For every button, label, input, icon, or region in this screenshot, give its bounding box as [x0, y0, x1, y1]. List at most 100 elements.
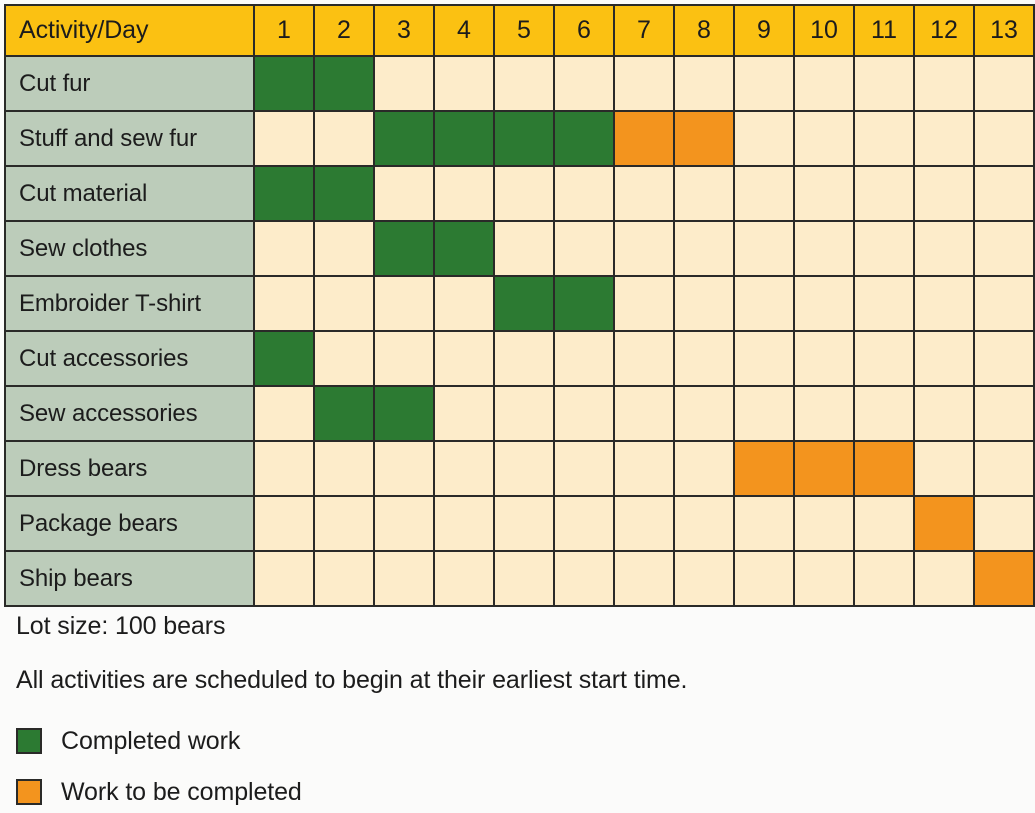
- cell-empty-day-1: [253, 550, 315, 607]
- table-row: Stuff and sew fur: [4, 110, 1035, 167]
- cell-empty-day-12: [913, 385, 975, 442]
- cell-empty-day-7: [613, 55, 675, 112]
- cell-completed-day-2: [313, 165, 375, 222]
- cell-empty-day-1: [253, 110, 315, 167]
- cell-empty-day-12: [913, 550, 975, 607]
- legend-label: Completed work: [61, 726, 241, 755]
- cell-empty-day-8: [673, 330, 735, 387]
- activity-day-header: Activity/Day: [4, 4, 255, 57]
- cell-todo-day-10: [793, 440, 855, 497]
- cell-empty-day-12: [913, 440, 975, 497]
- cell-empty-day-11: [853, 330, 915, 387]
- cell-empty-day-13: [973, 55, 1035, 112]
- day-header-12: 12: [913, 4, 975, 57]
- cell-empty-day-4: [433, 275, 495, 332]
- cell-empty-day-8: [673, 55, 735, 112]
- cell-empty-day-5: [493, 385, 555, 442]
- cell-empty-day-6: [553, 385, 615, 442]
- cell-empty-day-8: [673, 275, 735, 332]
- cell-todo-day-7: [613, 110, 675, 167]
- cell-empty-day-13: [973, 385, 1035, 442]
- cell-empty-day-2: [313, 110, 375, 167]
- cell-empty-day-12: [913, 165, 975, 222]
- cell-empty-day-6: [553, 55, 615, 112]
- cell-empty-day-2: [313, 440, 375, 497]
- cell-empty-day-1: [253, 440, 315, 497]
- cell-empty-day-9: [733, 275, 795, 332]
- day-header-8: 8: [673, 4, 735, 57]
- cell-empty-day-4: [433, 550, 495, 607]
- cell-empty-day-5: [493, 440, 555, 497]
- cell-empty-day-6: [553, 550, 615, 607]
- activity-label: Dress bears: [4, 440, 255, 497]
- cell-empty-day-3: [373, 165, 435, 222]
- cell-empty-day-1: [253, 385, 315, 442]
- day-header-13: 13: [973, 4, 1035, 57]
- activity-label: Sew accessories: [4, 385, 255, 442]
- day-header-2: 2: [313, 4, 375, 57]
- cell-empty-day-7: [613, 385, 675, 442]
- activity-label: Stuff and sew fur: [4, 110, 255, 167]
- cell-completed-day-6: [553, 110, 615, 167]
- cell-empty-day-9: [733, 385, 795, 442]
- cell-empty-day-13: [973, 220, 1035, 277]
- activity-label: Cut accessories: [4, 330, 255, 387]
- day-header-9: 9: [733, 4, 795, 57]
- cell-completed-day-3: [373, 110, 435, 167]
- cell-empty-day-8: [673, 440, 735, 497]
- cell-empty-day-5: [493, 55, 555, 112]
- cell-completed-day-4: [433, 220, 495, 277]
- table-row: Cut fur: [4, 55, 1035, 112]
- cell-empty-day-12: [913, 220, 975, 277]
- cell-todo-day-13: [973, 550, 1035, 607]
- activity-label: Cut fur: [4, 55, 255, 112]
- cell-completed-day-1: [253, 165, 315, 222]
- cell-completed-day-2: [313, 55, 375, 112]
- cell-empty-day-7: [613, 220, 675, 277]
- day-header-5: 5: [493, 4, 555, 57]
- cell-empty-day-3: [373, 330, 435, 387]
- cell-empty-day-8: [673, 165, 735, 222]
- cell-empty-day-10: [793, 220, 855, 277]
- table-row: Package bears: [4, 495, 1035, 552]
- table-row: Embroider T-shirt: [4, 275, 1035, 332]
- cell-empty-day-5: [493, 495, 555, 552]
- cell-empty-day-7: [613, 165, 675, 222]
- cell-completed-day-1: [253, 55, 315, 112]
- cell-completed-day-5: [493, 275, 555, 332]
- day-header-1: 1: [253, 4, 315, 57]
- cell-empty-day-11: [853, 220, 915, 277]
- cell-empty-day-1: [253, 275, 315, 332]
- cell-empty-day-10: [793, 55, 855, 112]
- cell-empty-day-7: [613, 330, 675, 387]
- legend-item-done: Completed work: [16, 722, 302, 760]
- gantt-chart: Activity/Day 1 2 3 4 5 6 7 8 9 10 11 12 13 Cut fur St…: [0, 0, 1035, 813]
- cell-completed-day-3: [373, 385, 435, 442]
- cell-empty-day-6: [553, 440, 615, 497]
- cell-empty-day-13: [973, 330, 1035, 387]
- cell-empty-day-12: [913, 330, 975, 387]
- cell-completed-day-1: [253, 330, 315, 387]
- lot-size-note: Lot size: 100 bears: [16, 612, 226, 640]
- day-header-4: 4: [433, 4, 495, 57]
- cell-empty-day-9: [733, 495, 795, 552]
- cell-empty-day-7: [613, 275, 675, 332]
- cell-empty-day-10: [793, 165, 855, 222]
- cell-empty-day-10: [793, 495, 855, 552]
- cell-empty-day-11: [853, 495, 915, 552]
- cell-empty-day-5: [493, 165, 555, 222]
- cell-empty-day-10: [793, 330, 855, 387]
- cell-empty-day-12: [913, 275, 975, 332]
- cell-empty-day-4: [433, 330, 495, 387]
- cell-empty-day-2: [313, 550, 375, 607]
- cell-empty-day-9: [733, 165, 795, 222]
- cell-empty-day-13: [973, 495, 1035, 552]
- cell-empty-day-5: [493, 220, 555, 277]
- cell-empty-day-6: [553, 330, 615, 387]
- cell-empty-day-3: [373, 495, 435, 552]
- legend-swatch-todo-icon: [16, 779, 42, 805]
- cell-todo-day-8: [673, 110, 735, 167]
- cell-empty-day-11: [853, 275, 915, 332]
- cell-empty-day-6: [553, 165, 615, 222]
- legend: Completed work Work to be completed: [16, 722, 302, 811]
